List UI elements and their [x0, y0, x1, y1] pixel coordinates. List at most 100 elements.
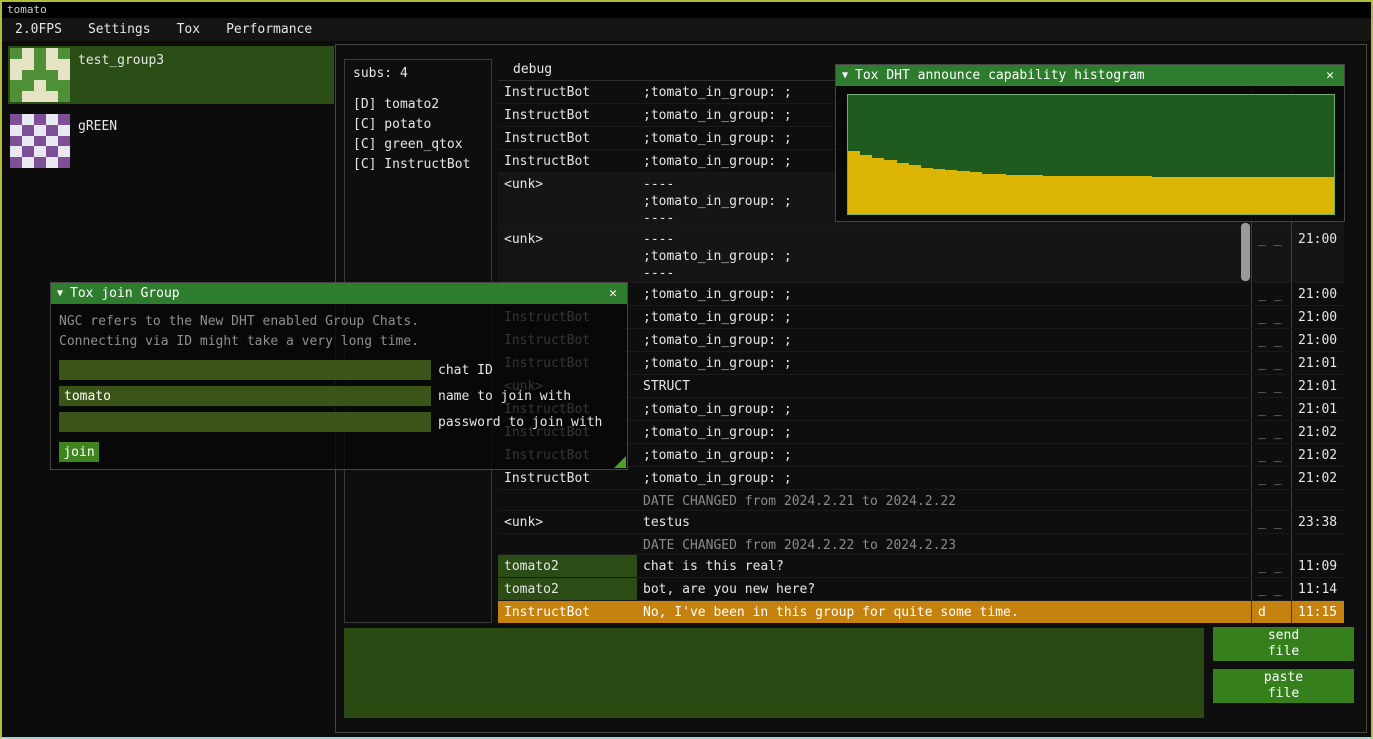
chat-message: ;tomato_in_group: ;: [637, 306, 1251, 328]
chat-message: ;tomato_in_group: ;: [637, 329, 1251, 351]
chat-receipt-flags: _ _: [1251, 444, 1291, 466]
menu-item-performance[interactable]: Performance: [213, 19, 325, 40]
chat-receipt-flags: d: [1251, 601, 1291, 623]
histogram-bars: [848, 95, 1334, 214]
chat-timestamp: 21:02: [1291, 467, 1344, 489]
window-titlebar: tomato: [2, 2, 1371, 18]
group-avatar: [10, 114, 70, 168]
histogram-bar: [933, 169, 945, 214]
histogram-bar: [1055, 176, 1067, 214]
histogram-bar: [1164, 177, 1176, 214]
chat-message: ----;tomato_in_group: ;----: [637, 228, 1251, 282]
chat-timestamp: 11:09: [1291, 555, 1344, 577]
join-field-label: name to join with: [438, 389, 571, 404]
histogram-bar: [945, 170, 957, 214]
histogram-bar: [872, 158, 884, 214]
message-input[interactable]: [344, 628, 1204, 718]
histogram-bar: [1201, 177, 1213, 214]
join-input-chat-id[interactable]: [59, 360, 431, 380]
join-description-line: Connecting via ID might take a very long…: [59, 332, 619, 352]
histogram-bar: [1091, 176, 1103, 214]
group-item-test-group3[interactable]: test_group3: [8, 46, 334, 104]
chat-timestamp: 21:00: [1291, 329, 1344, 351]
join-field-row: chat ID: [59, 360, 619, 380]
chat-author: <unk>: [498, 173, 637, 227]
histogram-bar: [1298, 177, 1310, 214]
chat-timestamp: [1291, 490, 1344, 510]
join-field-row: name to join with: [59, 386, 619, 406]
chat-author: InstructBot: [498, 467, 637, 489]
chat-receipt-flags: _ _: [1251, 283, 1291, 305]
chat-author: tomato2: [498, 555, 637, 577]
histogram-close-icon[interactable]: ✕: [1322, 68, 1338, 83]
chat-timestamp: [1291, 534, 1344, 554]
histogram-window-titlebar: ▼ Tox DHT announce capability histogram …: [836, 65, 1344, 86]
chat-row: tomato2chat is this real?_ _11:09: [498, 555, 1344, 578]
send-file-button[interactable]: send file: [1213, 627, 1354, 661]
chat-timestamp: 21:01: [1291, 375, 1344, 397]
chat-timestamp: 21:00: [1291, 306, 1344, 328]
chat-message: ;tomato_in_group: ;: [637, 352, 1251, 374]
join-window-titlebar: ▼ Tox join Group ✕: [51, 283, 627, 304]
chat-message: ;tomato_in_group: ;: [637, 283, 1251, 305]
join-field-label: password to join with: [438, 415, 602, 430]
histogram-window-title: Tox DHT announce capability histogram: [855, 68, 1322, 83]
chat-receipt-flags: _ _: [1251, 228, 1291, 282]
histogram-bar: [1322, 177, 1334, 214]
histogram-window: ▼ Tox DHT announce capability histogram …: [835, 64, 1345, 222]
histogram-bar: [909, 165, 921, 214]
chat-receipt-flags: _ _: [1251, 352, 1291, 374]
chat-row: DATE CHANGED from 2024.2.22 to 2024.2.23: [498, 534, 1344, 555]
chat-message: STRUCT: [637, 375, 1251, 397]
group-item-green[interactable]: gREEN: [8, 112, 334, 170]
chat-receipt-flags: _ _: [1251, 511, 1291, 533]
chat-message: DATE CHANGED from 2024.2.21 to 2024.2.22: [637, 490, 1251, 510]
subs-member-c-potato[interactable]: [C] potato: [353, 115, 483, 135]
join-window-title: Tox join Group: [70, 286, 605, 301]
paste-file-button[interactable]: paste file: [1213, 669, 1354, 703]
chat-timestamp: 21:02: [1291, 444, 1344, 466]
chat-timestamp: 21:02: [1291, 421, 1344, 443]
subs-member-d-tomato2[interactable]: [D] tomato2: [353, 95, 483, 115]
chat-scrollbar-thumb[interactable]: [1241, 223, 1250, 281]
histogram-bar: [1286, 177, 1298, 214]
group-list: test_group3 gREEN: [8, 46, 334, 178]
histogram-bar: [921, 168, 933, 214]
menu-bar: 2.0FPSSettingsToxPerformance: [2, 18, 1371, 41]
join-button[interactable]: join: [59, 442, 99, 462]
histogram-collapse-icon[interactable]: ▼: [842, 70, 848, 81]
chat-timestamp: 21:01: [1291, 398, 1344, 420]
join-field-row: password to join with: [59, 412, 619, 432]
chat-receipt-flags: _ _: [1251, 421, 1291, 443]
histogram-bar: [1152, 177, 1164, 214]
histogram-bar: [1213, 177, 1225, 214]
subs-member-c-instructbot[interactable]: [C] InstructBot: [353, 155, 483, 175]
chat-message: ;tomato_in_group: ;: [637, 398, 1251, 420]
join-input-password-to-join-with[interactable]: [59, 412, 431, 432]
resize-grip[interactable]: [614, 456, 626, 468]
chat-timestamp: 21:01: [1291, 352, 1344, 374]
chat-message: ;tomato_in_group: ;: [637, 444, 1251, 466]
histogram-bar: [897, 163, 909, 214]
histogram-bar: [1188, 177, 1200, 214]
menu-item-settings[interactable]: Settings: [75, 19, 164, 40]
subs-header: subs: 4: [353, 66, 483, 81]
chat-message: DATE CHANGED from 2024.2.22 to 2024.2.23: [637, 534, 1251, 554]
chat-message: ;tomato_in_group: ;: [637, 421, 1251, 443]
chat-message: No, I've been in this group for quite so…: [637, 601, 1251, 623]
histogram-bar: [1043, 176, 1055, 214]
chat-receipt-flags: [1251, 490, 1291, 510]
subs-member-c-green-qtox[interactable]: [C] green_qtox: [353, 135, 483, 155]
join-close-icon[interactable]: ✕: [605, 286, 621, 301]
chat-receipt-flags: _ _: [1251, 555, 1291, 577]
chat-author: InstructBot: [498, 601, 637, 623]
join-collapse-icon[interactable]: ▼: [57, 288, 63, 299]
histogram-bar: [1079, 176, 1091, 214]
histogram-bar: [1103, 176, 1115, 214]
menu-item-2-0fps[interactable]: 2.0FPS: [2, 19, 75, 40]
histogram-plot: [847, 94, 1335, 215]
join-input-name-to-join-with[interactable]: [59, 386, 431, 406]
menu-item-tox[interactable]: Tox: [164, 19, 213, 40]
chat-timestamp: 11:15: [1291, 601, 1344, 623]
chat-author: [498, 490, 637, 510]
